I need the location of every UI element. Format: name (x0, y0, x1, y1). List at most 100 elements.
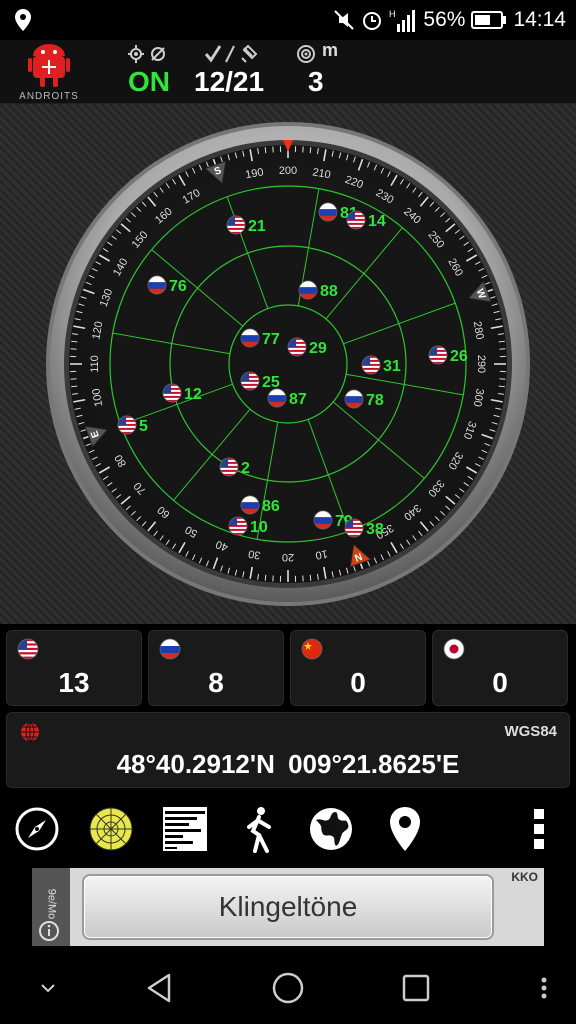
accuracy-icon (296, 44, 318, 64)
accuracy-value: 3 (308, 66, 324, 97)
globe-icon (310, 808, 352, 850)
satellite-id: 78 (366, 392, 384, 409)
home-button[interactable] (268, 968, 308, 1008)
compass-degree-label: 30 (247, 547, 261, 561)
compass-tool-button[interactable] (12, 804, 62, 854)
walk-tool-button[interactable] (234, 804, 284, 854)
ad-side-strip: 9e/Mo (32, 868, 70, 946)
clock: 14:14 (513, 8, 566, 31)
radar-grid (109, 185, 467, 543)
location-icon (14, 9, 32, 36)
hide-nav-button[interactable] (28, 968, 68, 1008)
satellite-id: 21 (248, 218, 266, 235)
recents-square-icon (402, 974, 430, 1002)
country-card-usa[interactable]: 13 (6, 630, 142, 706)
dots-vertical-icon (541, 977, 547, 999)
satellite-id: 29 (309, 340, 327, 357)
compass-tick (309, 574, 312, 581)
back-triangle-icon (147, 973, 171, 1003)
compass-degree-label: 200 (279, 165, 297, 177)
ad-banner[interactable]: 9e/Mo Klingeltöne KKO (32, 868, 544, 946)
satellite-id: 2 (241, 460, 250, 477)
overflow-menu-button[interactable] (514, 804, 564, 854)
compass-icon (15, 807, 59, 851)
app-logo: ANDROITS (14, 44, 84, 102)
satellite-id: 87 (289, 391, 307, 408)
gps-status[interactable]: ON (128, 64, 170, 100)
country-card-japan[interactable]: 0 (432, 630, 568, 706)
satellite-fix-icon (204, 44, 266, 64)
china-count: 0 (350, 667, 366, 698)
bottom-toolbar (0, 794, 576, 864)
compass-degree-label: 110 (89, 355, 101, 373)
chevron-down-icon (41, 984, 55, 993)
usa-flag-icon (17, 638, 39, 665)
compass-tick (309, 147, 312, 154)
russia-count: 8 (208, 667, 224, 698)
overflow-menu-icon (534, 809, 544, 849)
home-circle-icon (272, 972, 304, 1004)
signal-bars-icon (163, 807, 207, 851)
battery-icon (471, 10, 507, 30)
radar-tool-button[interactable] (86, 804, 136, 854)
japan-count: 0 (492, 667, 508, 698)
battery-percent: 56% (423, 8, 466, 31)
radar-canvas: 170190 200 210 2202302402502602802903003103… (46, 122, 530, 606)
satellite-id: 26 (450, 348, 468, 365)
satellite-id: 10 (250, 519, 268, 536)
satellite-id: 38 (366, 521, 384, 538)
position-card[interactable]: WGS84 48°40.2912'N 009°21.8625'E (6, 712, 570, 788)
recents-button[interactable] (396, 968, 436, 1008)
compass-tick (264, 147, 267, 154)
ad-side-text: 9e/Mo (45, 888, 58, 920)
satellite-id: 86 (262, 498, 280, 515)
coordinates: 48°40.2912'N 009°21.8625'E (7, 749, 569, 780)
datum-label: WGS84 (504, 723, 557, 740)
russia-flag-icon (159, 638, 181, 665)
compass-tick (264, 574, 267, 581)
location-tool-button[interactable] (380, 804, 430, 854)
satellite-5[interactable]: 5 (117, 415, 148, 435)
satellite-id: 14 (368, 213, 386, 230)
compass-tick (498, 340, 505, 343)
walk-icon (247, 807, 271, 853)
satellite-id: 31 (383, 358, 401, 375)
satellite-id: 12 (184, 386, 202, 403)
country-card-china[interactable]: 0 (290, 630, 426, 706)
signal-tool-button[interactable] (160, 804, 210, 854)
satellite-id: 88 (320, 283, 338, 300)
ad-cta-button[interactable]: Klingeltöne (82, 874, 494, 940)
china-flag-icon (301, 638, 323, 665)
satellite-id: 76 (169, 278, 187, 295)
usa-count: 13 (58, 667, 90, 698)
alarm-icon (361, 9, 383, 31)
compass-tick (71, 385, 78, 388)
globe-tool-button[interactable] (306, 804, 356, 854)
compass-tick (498, 385, 505, 388)
gps-toggle-icon (128, 44, 170, 64)
satellite-id: 77 (262, 331, 280, 348)
mute-icon (333, 9, 355, 31)
status-bar: H 56% 14:14 (0, 0, 576, 40)
satellites-in-use: 12/21 (194, 66, 265, 97)
compass-degree-label: 20 (282, 551, 294, 563)
signal-icon: H (389, 8, 417, 32)
latitude: 48°40.2912'N (116, 749, 275, 779)
radar-icon (89, 807, 133, 851)
satellite-id: 25 (262, 374, 280, 391)
map-pin-icon (390, 807, 420, 851)
compass-tick (71, 340, 78, 343)
compass-degree-label: 10 (314, 547, 328, 561)
japan-flag-icon (443, 638, 465, 665)
satellite-2[interactable]: 2 (219, 457, 250, 477)
country-card-russia[interactable]: 8 (148, 630, 284, 706)
back-button[interactable] (140, 968, 180, 1008)
ad-brand: KKO (511, 870, 538, 884)
nav-menu-button[interactable] (524, 968, 564, 1008)
satellite-id: 5 (139, 418, 148, 435)
globe-red-icon (19, 721, 41, 748)
svg-text:H: H (389, 9, 396, 19)
system-nav-bar (0, 948, 576, 1024)
ad-info-icon[interactable] (38, 920, 60, 942)
satellite-radar[interactable]: 170 190 200 210 220 230 240 250 260 280 290 300 310 3… (0, 104, 576, 624)
